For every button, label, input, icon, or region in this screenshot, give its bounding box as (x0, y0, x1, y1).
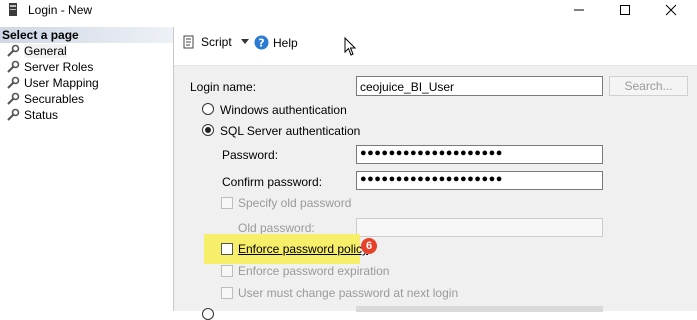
windows-auth-radio[interactable] (202, 103, 214, 115)
select-page-label: Select a page (2, 28, 79, 42)
enforce-policy-label: Enforce password policy (238, 242, 369, 256)
database-login-icon (9, 3, 17, 16)
select-page-header: Select a page (0, 27, 173, 43)
password-label: Password: (222, 148, 279, 162)
windows-auth-label: Windows authentication (220, 103, 347, 117)
must-change-password-checkbox[interactable] (221, 287, 233, 299)
close-button[interactable] (648, 0, 694, 20)
script-button[interactable]: Script (182, 35, 250, 49)
search-button-label: Search... (624, 79, 673, 93)
minimize-button[interactable] (556, 0, 602, 20)
toolbar: Script ? Help (174, 27, 697, 66)
old-password-input[interactable] (356, 218, 603, 237)
confirm-password-value: ●●●●●●●●●●●●●●●●●●●● (360, 173, 503, 185)
search-button[interactable]: Search... (609, 76, 688, 96)
maximize-icon (620, 5, 630, 15)
enforce-expiration-label: Enforce password expiration (238, 264, 390, 278)
script-label: Script (201, 35, 232, 49)
specify-old-password-label: Specify old password (238, 196, 352, 210)
must-change-password-label: User must change password at next login (238, 286, 459, 300)
wrench-icon (7, 60, 20, 73)
close-icon (665, 4, 677, 16)
wrench-icon (7, 92, 20, 105)
help-label: Help (273, 35, 298, 50)
svg-text:?: ? (258, 37, 264, 50)
enforce-expiration-checkbox[interactable] (221, 265, 233, 277)
script-icon (183, 35, 194, 49)
page-item-label: Server Roles (24, 60, 94, 74)
minimize-icon (574, 9, 584, 11)
callout-badge: 6 (361, 238, 377, 254)
callout-number: 6 (365, 240, 373, 252)
specify-old-password-checkbox[interactable] (221, 197, 233, 209)
title-bar: Login - New (0, 0, 697, 20)
chevron-down-icon (240, 39, 249, 44)
page-item-server-roles[interactable]: Server Roles (6, 59, 93, 75)
window-title: Login - New (28, 3, 93, 17)
general-form: Login name: ceojuice_BI_User Search... W… (174, 66, 697, 320)
enforce-policy-checkbox[interactable] (221, 243, 233, 255)
page-item-label: Securables (24, 92, 85, 106)
maximize-button[interactable] (602, 0, 648, 20)
page-item-general[interactable]: General (6, 43, 67, 59)
page-item-user-mapping[interactable]: User Mapping (6, 75, 99, 91)
sql-auth-label: SQL Server authentication (220, 124, 361, 138)
mouse-cursor-icon (344, 37, 357, 56)
password-value: ●●●●●●●●●●●●●●●●●●●● (360, 147, 503, 159)
page-item-label: General (24, 44, 67, 58)
page-item-label: Status (24, 108, 59, 122)
login-name-value: ceojuice_BI_User (360, 80, 455, 94)
confirm-password-label: Confirm password: (222, 175, 323, 189)
wrench-icon (7, 76, 20, 89)
radio-selected-dot (205, 127, 211, 133)
wrench-icon (7, 44, 20, 57)
page-item-status[interactable]: Status (6, 107, 58, 123)
page-item-securables[interactable]: Securables (6, 91, 84, 107)
old-password-label: Old password: (238, 221, 315, 235)
certificate-dropdown[interactable] (356, 306, 603, 312)
login-name-label: Login name: (190, 80, 257, 94)
wrench-icon (7, 108, 20, 121)
login-name-input[interactable]: ceojuice_BI_User (356, 76, 603, 96)
sql-auth-radio[interactable] (202, 124, 214, 136)
mapped-to-certificate-radio[interactable] (202, 308, 214, 320)
password-input[interactable]: ●●●●●●●●●●●●●●●●●●●● (356, 145, 603, 164)
confirm-password-input[interactable]: ●●●●●●●●●●●●●●●●●●●● (356, 171, 603, 190)
help-icon: ? (254, 35, 269, 50)
page-item-label: User Mapping (24, 76, 99, 90)
help-button[interactable]: ? Help (254, 35, 298, 50)
